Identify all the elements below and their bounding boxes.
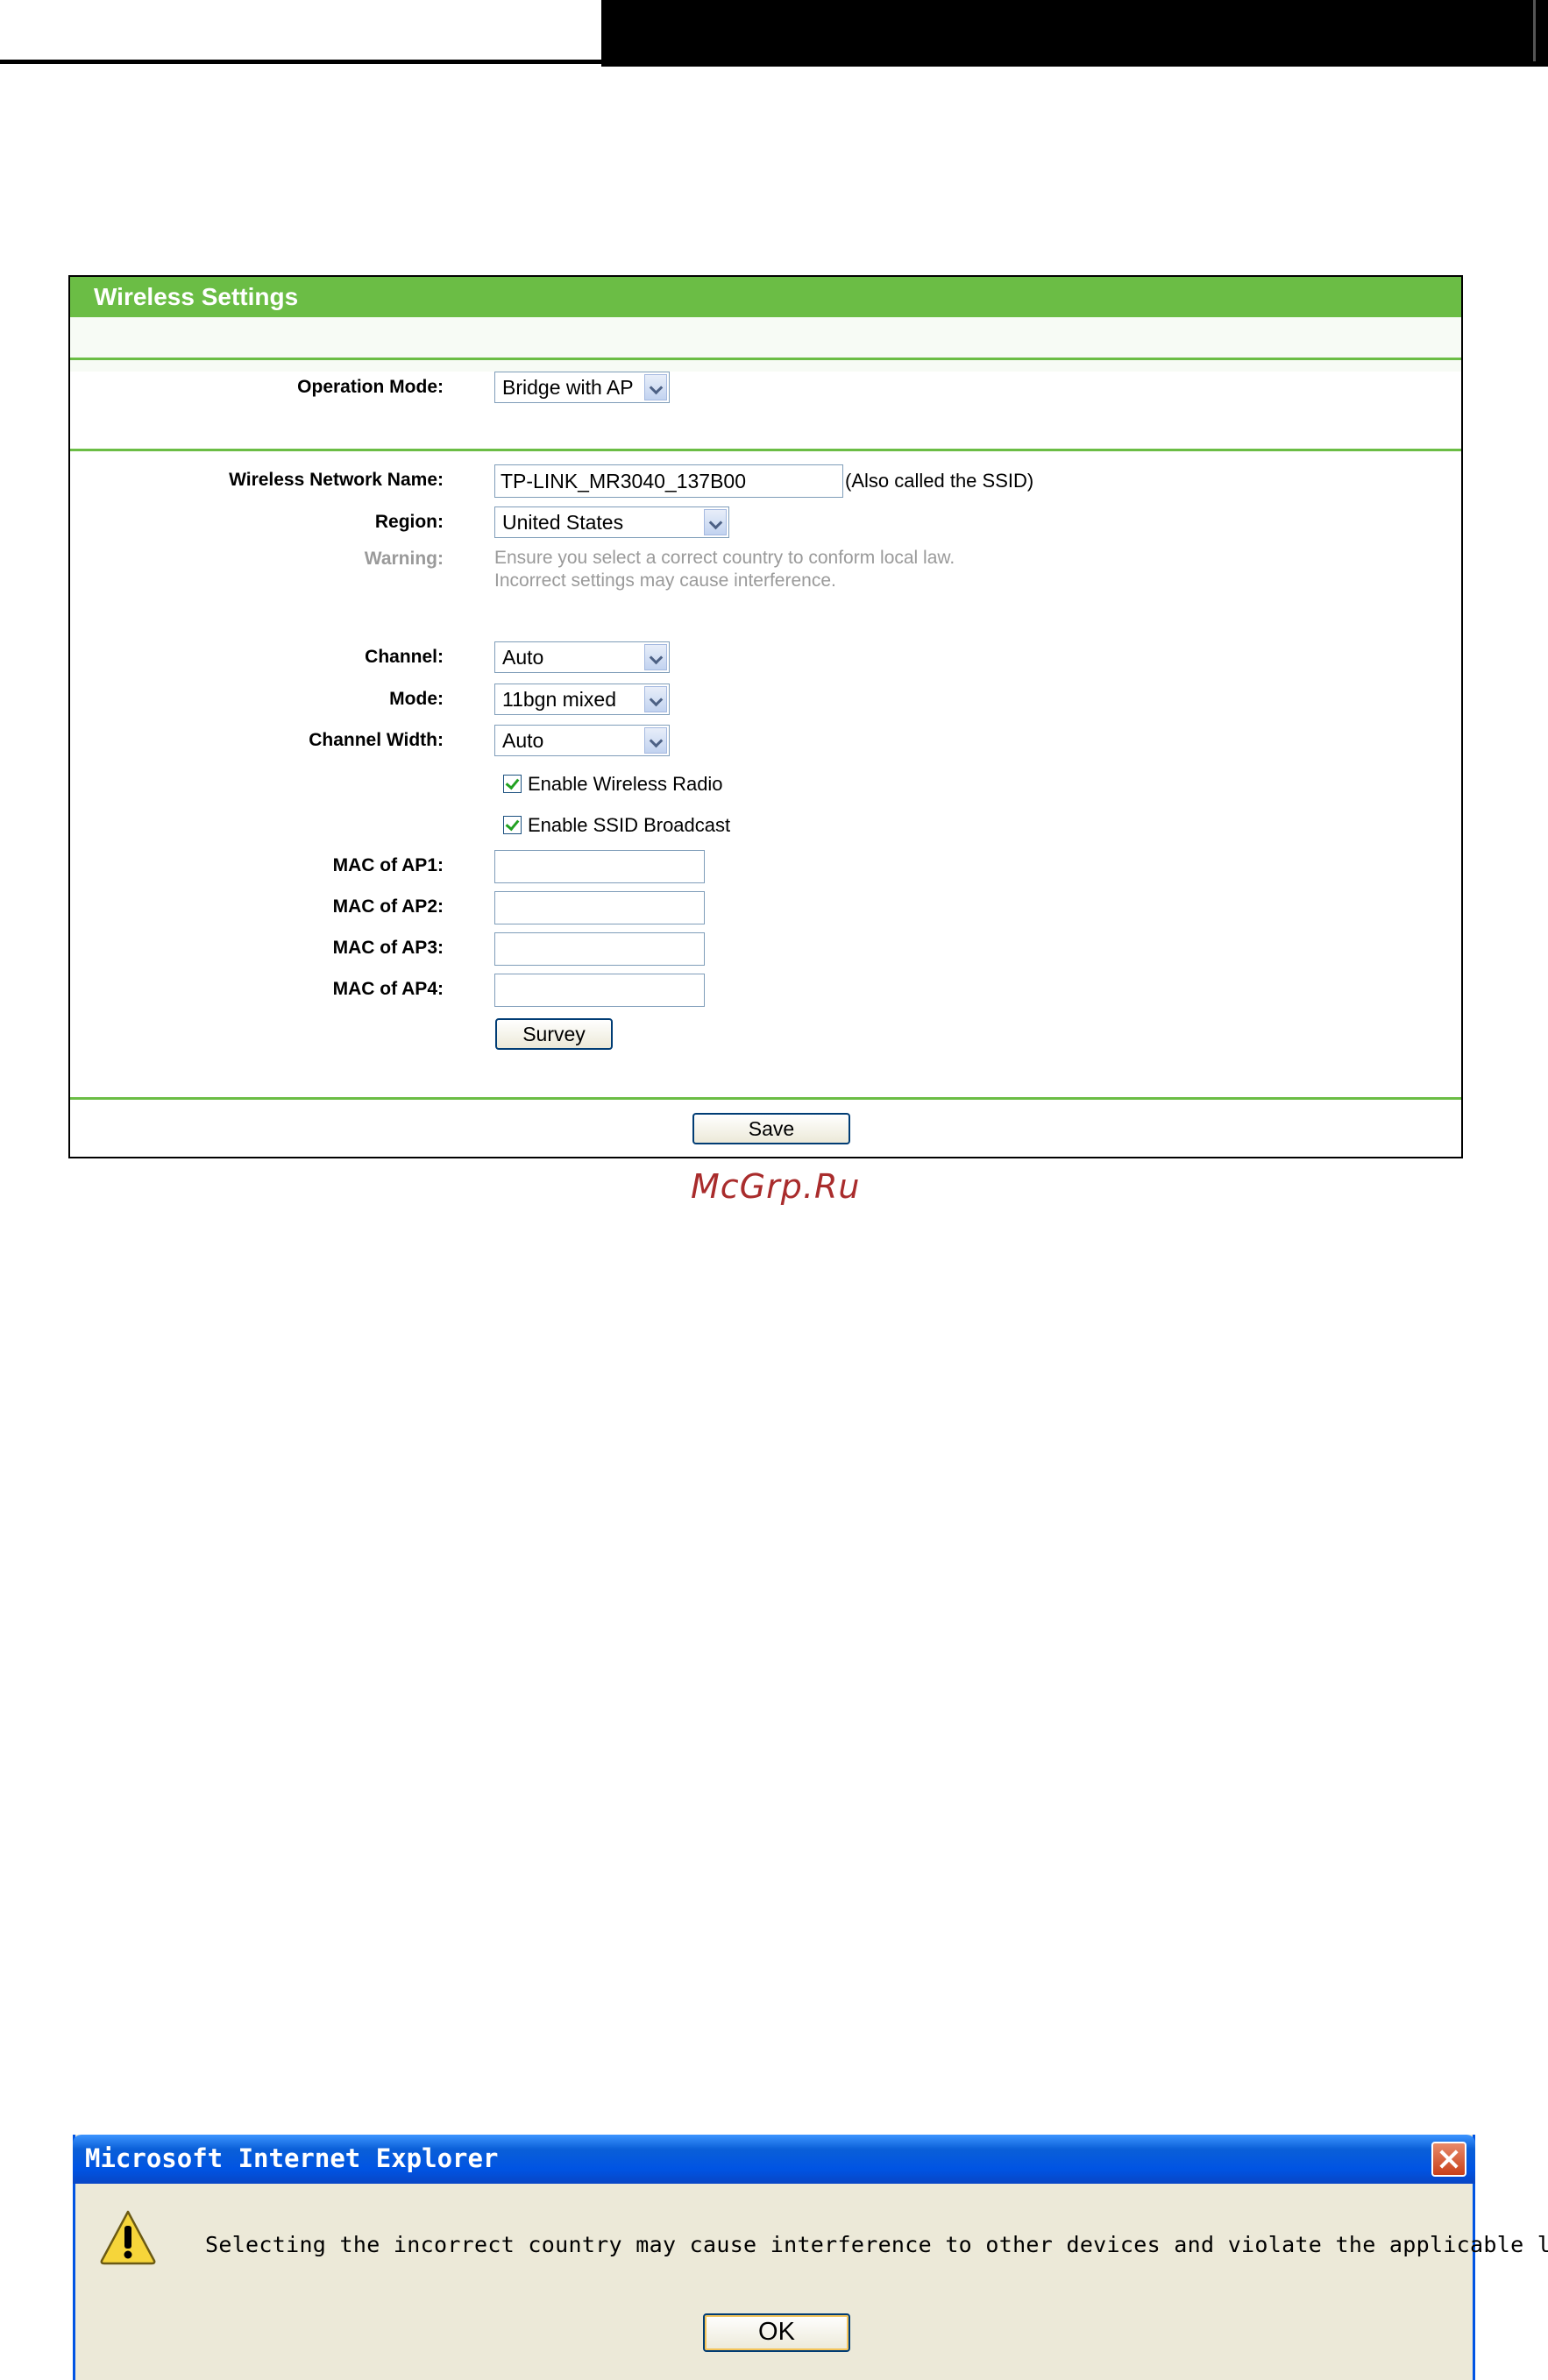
warning-line-1: Ensure you select a correct country to c…	[494, 548, 955, 568]
divider	[70, 358, 1461, 360]
ok-button[interactable]: OK	[703, 2313, 850, 2352]
close-icon[interactable]	[1431, 2142, 1466, 2177]
divider	[70, 449, 1461, 451]
channel-width-select[interactable]: Auto	[494, 725, 670, 756]
mac-ap3-label: MAC of AP3:	[332, 938, 444, 958]
channel-value: Auto	[502, 646, 544, 669]
top-right-bar	[601, 0, 1548, 67]
enable-ssid-broadcast-checkbox[interactable]	[503, 816, 522, 834]
enable-wireless-radio-checkbox[interactable]	[503, 775, 522, 793]
enable-ssid-broadcast-label: Enable SSID Broadcast	[528, 814, 731, 836]
survey-button[interactable]: Survey	[495, 1018, 613, 1050]
region-select[interactable]: United States	[494, 506, 729, 538]
chevron-down-icon	[644, 374, 667, 400]
mode-value: 11bgn mixed	[502, 688, 616, 711]
chevron-down-icon	[644, 686, 667, 712]
watermark: McGrp.Ru	[691, 1167, 861, 1206]
enable-wireless-radio-label: Enable Wireless Radio	[528, 773, 723, 795]
operation-mode-label: Operation Mode:	[297, 377, 444, 397]
channel-width-value: Auto	[502, 729, 544, 752]
alert-dialog: Microsoft Internet Explorer Selecting th…	[73, 2135, 1548, 2380]
channel-select[interactable]: Auto	[494, 641, 670, 673]
chevron-down-icon	[704, 509, 727, 535]
operation-mode-select[interactable]: Bridge with AP	[494, 372, 670, 403]
operation-mode-value: Bridge with AP	[502, 376, 634, 399]
mac-ap1-input[interactable]	[494, 850, 705, 883]
dialog-message: Selecting the incorrect country may caus…	[205, 2232, 1548, 2257]
mode-label: Mode:	[389, 689, 444, 709]
channel-width-label: Channel Width:	[309, 730, 444, 750]
mac-ap1-label: MAC of AP1:	[332, 855, 444, 875]
channel-label: Channel:	[365, 647, 444, 667]
mode-select[interactable]: 11bgn mixed	[494, 684, 670, 715]
panel-header-strip	[70, 317, 1461, 372]
wireless-settings-panel: Wireless Settings Operation Mode: Bridge…	[68, 275, 1463, 1158]
mac-ap2-label: MAC of AP2:	[332, 896, 444, 917]
chevron-down-icon	[644, 644, 667, 670]
mac-ap3-input[interactable]	[494, 932, 705, 966]
panel-title: Wireless Settings	[70, 277, 1461, 317]
top-left-bar	[0, 0, 601, 64]
dialog-title: Microsoft Internet Explorer	[85, 2143, 499, 2173]
ssid-note: (Also called the SSID)	[845, 470, 1034, 492]
chevron-down-icon	[644, 727, 667, 754]
mac-ap4-input[interactable]	[494, 974, 705, 1007]
warning-label: Warning:	[364, 549, 444, 569]
save-button[interactable]: Save	[692, 1113, 850, 1144]
warning-line-2: Incorrect settings may cause interferenc…	[494, 570, 836, 591]
network-name-input[interactable]: TP-LINK_MR3040_137B00	[494, 464, 843, 498]
region-value: United States	[502, 511, 624, 534]
mac-ap2-input[interactable]	[494, 891, 705, 924]
mac-ap4-label: MAC of AP4:	[332, 979, 444, 999]
warning-icon	[100, 2210, 156, 2265]
network-name-label: Wireless Network Name:	[229, 470, 444, 490]
dialog-titlebar: Microsoft Internet Explorer	[73, 2135, 1475, 2184]
divider	[70, 1097, 1461, 1100]
region-label: Region:	[374, 512, 444, 532]
network-name-value: TP-LINK_MR3040_137B00	[501, 470, 746, 492]
